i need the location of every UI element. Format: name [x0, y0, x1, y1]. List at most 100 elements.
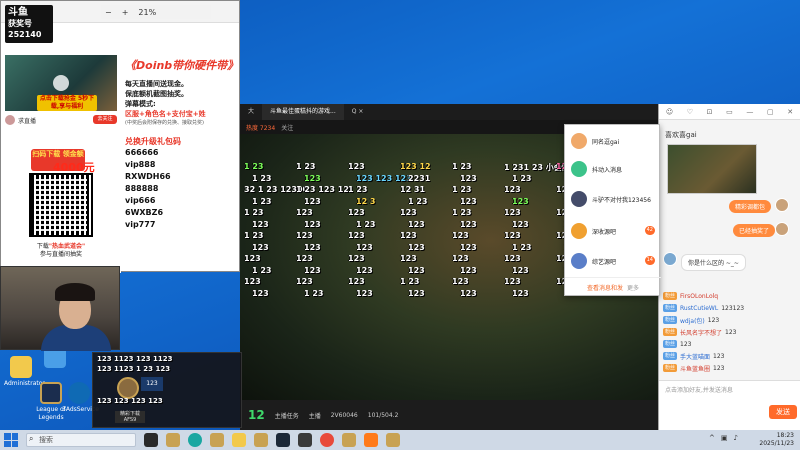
gift-code: vip888: [125, 160, 156, 169]
danmaku-comment: 123: [304, 242, 321, 252]
danmaku-list: 粉丝 FirsOLonLolq 粉丝 RustCutieWL 123123 粉丝 wdj…: [659, 290, 800, 374]
danmaku-comment: 123: [252, 242, 269, 252]
danmaku-comment: 1 23: [348, 185, 368, 194]
network-icon[interactable]: ▣: [721, 434, 728, 442]
desktop-icon-3adsservice[interactable]: 3AdsService: [62, 382, 99, 414]
promo-video[interactable]: 点击下载抢金 5秒下载,享与福利: [5, 55, 117, 111]
danmaku-comment: 123: [356, 265, 373, 275]
clock[interactable]: 18:23 2025/11/23: [759, 432, 794, 448]
folder-icon[interactable]: [232, 433, 246, 447]
close-icon[interactable]: ✕: [787, 108, 793, 116]
gift-code: 6WXBZ6: [125, 208, 164, 217]
danmaku-comment: 1 23: [512, 173, 532, 183]
smile-icon[interactable]: ☺: [666, 108, 673, 116]
promo-line: 每天直播间送现金。: [125, 80, 188, 88]
danmaku-comment: 1 23: [252, 265, 272, 275]
zoom-toolbar: − + 21%: [101, 5, 211, 19]
contact-item[interactable]: 斗驴不对付我123456: [565, 187, 661, 211]
danmaku-comment: 123: [504, 254, 521, 263]
danmaku-comment: 1 23: [356, 219, 376, 229]
danmaku-comment: 123: [348, 277, 365, 286]
danmaku-comment: 1 23: [252, 196, 272, 206]
chrome-icon[interactable]: [320, 433, 334, 447]
danmaku-comment: 123: [296, 231, 313, 240]
danmaku-comment: 123: [460, 196, 477, 206]
danmaku-comment: 123: [244, 277, 261, 286]
danmaku-comment: 1 23: [296, 162, 316, 171]
danmaku-comment: 1 23: [452, 162, 472, 171]
contact-item[interactable]: 综艺源吧 14: [565, 249, 661, 273]
level-box: 123: [141, 377, 163, 391]
chat-window: ☺ ♡ ⊡ ▭ — ▢ ✕ 喜欢喜gai 精彩调都包 已经抽奖了 你是什么区的 …: [658, 104, 800, 430]
follow-button[interactable]: 去关注: [93, 115, 117, 124]
follow-label[interactable]: 关注: [281, 123, 293, 132]
danmaku-comment: 12 3: [356, 196, 376, 206]
steam-icon[interactable]: [276, 433, 290, 447]
gift-code: 888888: [125, 184, 159, 193]
douyu-icon[interactable]: [364, 433, 378, 447]
bottom-item[interactable]: 主播: [309, 411, 321, 420]
promo-window: − + 21% 斗鱼 获奖号 252140 点击下载抢金 5秒下载,享与福利 求…: [0, 0, 240, 273]
danmaku-comment: 123: [348, 208, 365, 217]
volume-icon[interactable]: ♪: [734, 434, 738, 442]
promo-line: 弹幕模式:: [125, 100, 156, 108]
task-view-icon[interactable]: [144, 433, 158, 447]
game-overlay: 123 1123 123 1123 123 1123 1 23 123 123 …: [92, 352, 242, 428]
desktop-icon-administrator[interactable]: Administrator: [4, 356, 45, 388]
promo-line: 保底额机截图抽奖。: [125, 90, 188, 98]
play-icon[interactable]: [53, 75, 69, 91]
window-icon[interactable]: ▭: [726, 108, 733, 116]
contact-item[interactable]: 深收源吧 42: [565, 219, 661, 243]
screen-icon[interactable]: ⊡: [707, 108, 713, 116]
avatar: [571, 223, 587, 239]
bottom-item: 2V60046: [330, 411, 358, 419]
task-label[interactable]: 主播任务: [275, 411, 299, 420]
avatar: [5, 115, 15, 125]
danmaku-comment: 123: [304, 173, 321, 183]
chevron-up-icon[interactable]: ^: [709, 434, 715, 442]
maximize-icon[interactable]: ▢: [767, 108, 774, 116]
qr-code: [29, 173, 93, 237]
chat-partner-name: 喜欢喜gai: [665, 131, 697, 139]
contact-item[interactable]: 同名逗gai: [565, 129, 661, 153]
send-button[interactable]: 发送: [769, 405, 797, 419]
edge-icon[interactable]: [188, 433, 202, 447]
contact-item[interactable]: 抖动入消息: [565, 157, 661, 181]
game-download-label[interactable]: 精彩下载 AFS9: [115, 411, 145, 423]
avatar: [571, 253, 587, 269]
minimize-icon[interactable]: —: [746, 108, 753, 116]
danmaku-comment: 123: [244, 254, 261, 263]
windows-start-icon[interactable]: [4, 433, 18, 447]
danmaku-comment: 123: [504, 208, 521, 217]
danmaku-comment: 123: [504, 185, 521, 194]
unread-badge: 42: [644, 226, 655, 235]
user-folder-icon: [10, 356, 32, 378]
chat-input-area[interactable]: 点击添加好友,并发送消息 发送: [659, 380, 800, 430]
tab-home[interactable]: 大: [240, 104, 262, 120]
league-icon[interactable]: [254, 433, 268, 447]
danmaku-comment: 123: [348, 231, 365, 240]
league-icon[interactable]: [210, 433, 224, 447]
avatar: [663, 252, 677, 266]
league-icon[interactable]: [166, 433, 180, 447]
chat-screenshot[interactable]: [667, 144, 757, 194]
league-icon[interactable]: [386, 433, 400, 447]
tab-live-room[interactable]: 斗鱼最佳蛋糕抖的游戏...: [262, 104, 344, 120]
avatar: [775, 222, 789, 236]
gift-code: 666666: [125, 148, 159, 157]
zoom-in-button[interactable]: +: [122, 8, 129, 17]
heart-icon[interactable]: ♡: [687, 108, 693, 116]
tab-close[interactable]: Q ×: [344, 104, 372, 120]
app-icon[interactable]: [298, 433, 312, 447]
zoom-out-button[interactable]: −: [105, 8, 112, 17]
danmaku-comment: 123 123 123: [356, 173, 412, 183]
promo-download-button[interactable]: 点击下载抢金 5秒下载,享与福利: [37, 95, 97, 111]
danmaku-comment: 12 31: [400, 185, 426, 194]
danmaku-comment: 1 23: [452, 185, 472, 194]
danmaku-comment: 123: [452, 231, 469, 240]
list-item: 粉丝 FirsOLonLolq: [663, 292, 719, 300]
taskbar-search-input[interactable]: 搜索: [26, 433, 136, 447]
contacts-footer[interactable]: 查看消息和发 更多: [565, 277, 661, 297]
league-icon[interactable]: [342, 433, 356, 447]
game-text-row: 123 1123 1 23 123: [97, 365, 171, 373]
